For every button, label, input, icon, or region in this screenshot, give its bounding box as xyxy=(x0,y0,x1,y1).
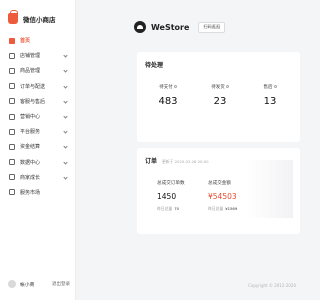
help-icon[interactable] xyxy=(273,85,277,88)
pending-payment-metric[interactable]: 待支付 483 xyxy=(143,84,193,107)
chevron-down-icon xyxy=(63,53,68,58)
help-icon[interactable] xyxy=(173,85,177,88)
sidebar-item-data[interactable]: 数据中心 xyxy=(0,155,76,170)
user-name: 帐小商 xyxy=(20,282,35,288)
sidebar-item-service[interactable]: 客服与售后 xyxy=(0,94,76,109)
pending-card: 待处理 待支付 483 待发货 23 售后 13 xyxy=(137,52,300,142)
metric-value: ¥54503 xyxy=(208,192,237,201)
sidebar-item-label: 商品管理 xyxy=(20,68,41,75)
sidebar-item-label: 数据中心 xyxy=(20,159,41,166)
metric-label: 总成交订单数 xyxy=(157,181,185,186)
sidebar-item-label: 服务市场 xyxy=(20,189,41,196)
data-icon xyxy=(9,159,15,166)
home-icon xyxy=(9,37,15,44)
brand: 微信小商店 xyxy=(8,10,56,24)
sidebar-item-market[interactable]: 服务市场 xyxy=(0,185,76,200)
user-panel: 帐小商 退出登录 xyxy=(8,280,70,288)
sidebar-nav: 首页 店铺管理 商品管理 订单与配送 客服与售后 营销中心 平台服务 资金结算 … xyxy=(0,33,76,200)
metric-value: 1450 xyxy=(157,192,177,201)
orders-updated-time: 更新于 2020.03.28 00:00 xyxy=(162,159,209,164)
metric-label: 总成交金额 xyxy=(208,181,231,186)
pending-shipment-metric[interactable]: 待发货 23 xyxy=(195,84,245,107)
metric-label: 待发货 xyxy=(211,85,225,90)
sidebar-item-goods[interactable]: 商品管理 xyxy=(0,63,76,78)
help-icon[interactable] xyxy=(225,85,229,88)
chart-placeholder xyxy=(248,160,293,218)
chevron-down-icon xyxy=(63,144,68,149)
sidebar-item-marketing[interactable]: 营销中心 xyxy=(0,109,76,124)
pending-title: 待处理 xyxy=(145,62,164,69)
sidebar-item-label: 首页 xyxy=(20,38,31,45)
metric-prev: 昨日总量 70 xyxy=(157,206,180,211)
store-header: WeStore 扫码逛逛 xyxy=(134,21,226,33)
sidebar-item-platform[interactable]: 平台服务 xyxy=(0,124,76,139)
chevron-down-icon xyxy=(63,83,68,89)
growth-icon xyxy=(9,174,15,181)
order-count-metric: 总成交订单数 1450 昨日总量 70 xyxy=(157,180,185,212)
sidebar-item-label: 营销中心 xyxy=(20,114,41,121)
sidebar-item-label: 资金结算 xyxy=(20,144,41,151)
order-icon xyxy=(9,83,15,90)
orders-title: 订单 更新于 2020.03.28 00:00 xyxy=(145,156,209,165)
order-amount-metric: 总成交金额 ¥54503 昨日总量 ¥1569 xyxy=(208,180,237,212)
store-logo-icon xyxy=(134,21,146,33)
funds-icon xyxy=(9,143,15,150)
shop-bag-icon xyxy=(8,10,18,24)
scan-button[interactable]: 扫码逛逛 xyxy=(198,21,226,33)
chevron-down-icon xyxy=(63,159,68,165)
market-icon xyxy=(9,189,15,196)
sidebar-item-label: 平台服务 xyxy=(20,129,41,136)
sidebar-item-label: 订单与配送 xyxy=(20,83,46,90)
chevron-down-icon xyxy=(63,99,68,104)
marketing-icon xyxy=(9,113,15,120)
service-icon xyxy=(9,98,15,105)
sidebar-item-label: 店铺管理 xyxy=(20,53,41,60)
metric-label: 待支付 xyxy=(159,85,173,90)
metric-value: 13 xyxy=(263,96,277,107)
sidebar-item-shop[interactable]: 店铺管理 xyxy=(0,48,76,63)
metric-value: 23 xyxy=(213,96,227,107)
sidebar-item-home[interactable]: 首页 xyxy=(0,33,76,48)
chevron-down-icon xyxy=(63,68,68,73)
platform-icon xyxy=(9,128,15,135)
sidebar: 微信小商店 首页 店铺管理 商品管理 订单与配送 客服与售后 营销中心 平台服务… xyxy=(0,0,76,300)
shop-icon xyxy=(9,52,15,59)
after-sales-metric[interactable]: 售后 13 xyxy=(245,84,295,107)
orders-title-text: 订单 xyxy=(145,158,158,165)
metric-value: 483 xyxy=(158,96,178,107)
chevron-down-icon xyxy=(63,129,68,134)
app-root: 微信小商店 首页 店铺管理 商品管理 订单与配送 客服与售后 营销中心 平台服务… xyxy=(0,0,300,300)
sidebar-item-growth[interactable]: 商家成长 xyxy=(0,170,76,185)
sidebar-item-label: 客服与售后 xyxy=(20,98,46,105)
chevron-down-icon xyxy=(63,114,68,119)
metric-prev-value: ¥1569 xyxy=(225,206,238,211)
metric-prev-value: 70 xyxy=(174,206,180,211)
chevron-down-icon xyxy=(63,175,68,180)
copyright: Copyright © 2012-2020 xyxy=(248,283,296,288)
logout-link[interactable]: 退出登录 xyxy=(52,281,70,287)
sidebar-item-orders[interactable]: 订单与配送 xyxy=(0,79,76,94)
sidebar-item-funds[interactable]: 资金结算 xyxy=(0,139,76,154)
sidebar-item-label: 商家成长 xyxy=(20,174,41,181)
brand-title: 微信小商店 xyxy=(23,15,56,24)
store-name: WeStore xyxy=(151,22,190,32)
metric-prev: 昨日总量 ¥1569 xyxy=(208,206,238,211)
goods-icon xyxy=(9,67,15,74)
metric-label: 售后 xyxy=(263,85,273,90)
avatar[interactable] xyxy=(8,280,16,288)
